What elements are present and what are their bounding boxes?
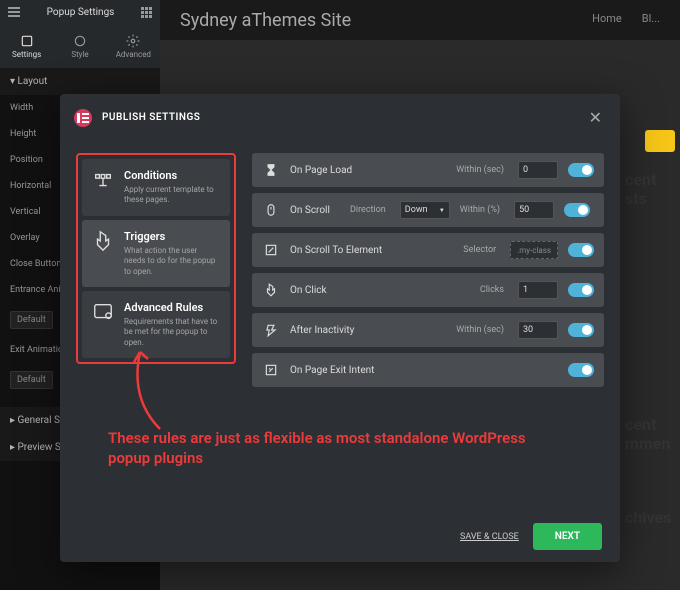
trigger-label: On Page Load <box>290 165 446 176</box>
panel-topbar: Popup Settings <box>0 0 160 24</box>
card-desc: What action the user needs to do for the… <box>124 246 220 277</box>
trigger-label: On Click <box>290 285 470 296</box>
widget-recent-comments: cent mmen <box>625 415 675 459</box>
nav-blog[interactable]: Bl... <box>642 12 660 25</box>
background-button <box>645 130 675 152</box>
trigger-scroll-element: On Scroll To Element Selector .my-class <box>252 233 604 267</box>
nav-home[interactable]: Home <box>592 12 622 25</box>
panel-title: Popup Settings <box>47 7 115 18</box>
section-layout[interactable]: ▾ Layout <box>0 68 160 95</box>
scroll-icon <box>262 201 280 219</box>
card-advanced-rules[interactable]: Advanced Rules Requirements that have to… <box>82 291 230 358</box>
scroll-direction-select[interactable]: Down <box>400 201 450 219</box>
gear-icon <box>126 34 140 48</box>
param-label: Selector <box>463 245 496 255</box>
inactivity-icon <box>262 321 280 339</box>
inactivity-seconds-input[interactable] <box>518 321 558 339</box>
triggers-icon <box>92 230 114 252</box>
hourglass-icon <box>262 161 280 179</box>
trigger-page-load: On Page Load Within (sec) <box>252 153 604 187</box>
save-close-link[interactable]: SAVE & CLOSE <box>460 532 519 542</box>
card-desc: Requirements that have to be met for the… <box>124 317 220 348</box>
hamburger-icon[interactable] <box>8 7 20 17</box>
clicks-input[interactable] <box>518 281 558 299</box>
trigger-label: After Inactivity <box>290 325 446 336</box>
tab-settings[interactable]: Settings <box>0 24 53 68</box>
modal-title: PUBLISH SETTINGS <box>102 112 585 123</box>
scroll-element-icon <box>262 241 280 259</box>
param-label: Within (sec) <box>456 325 504 335</box>
param-label: Clicks <box>480 285 504 295</box>
site-nav: Home Bl... <box>592 12 660 25</box>
trigger-label: On Page Exit Intent <box>290 365 558 376</box>
exit-intent-icon <box>262 361 280 379</box>
tab-advanced[interactable]: Advanced <box>107 24 160 68</box>
widget-archives: chives <box>625 508 675 533</box>
page-load-toggle[interactable] <box>568 163 594 177</box>
tab-style[interactable]: Style <box>53 24 106 68</box>
scroll-toggle[interactable] <box>564 203 590 217</box>
trigger-exit-intent: On Page Exit Intent <box>252 353 604 387</box>
widget-recent-posts: cent sts <box>625 170 675 214</box>
publish-settings-modal: PUBLISH SETTINGS ✕ Conditions Apply curr… <box>60 94 620 562</box>
scroll-percent-input[interactable] <box>514 201 554 219</box>
close-icon[interactable]: ✕ <box>585 104 606 131</box>
card-title: Triggers <box>124 230 220 243</box>
card-title: Advanced Rules <box>124 301 220 314</box>
panel-tabs: Settings Style Advanced <box>0 24 160 68</box>
trigger-label: On Scroll <box>290 205 340 216</box>
inactivity-toggle[interactable] <box>568 323 594 337</box>
card-desc: Apply current template to these pages. <box>124 185 220 206</box>
site-title: Sydney aThemes Site <box>180 10 351 31</box>
card-title: Conditions <box>124 169 220 182</box>
annotation-box: Conditions Apply current template to the… <box>76 153 236 364</box>
modal-footer: SAVE & CLOSE NEXT <box>60 511 620 562</box>
trigger-inactivity: After Inactivity Within (sec) <box>252 313 604 347</box>
elementor-logo-icon <box>74 109 92 127</box>
exit-intent-toggle[interactable] <box>568 363 594 377</box>
style-icon <box>73 34 87 48</box>
click-icon <box>262 281 280 299</box>
selector-input[interactable]: .my-class <box>510 241 558 259</box>
card-conditions[interactable]: Conditions Apply current template to the… <box>82 159 230 216</box>
click-toggle[interactable] <box>568 283 594 297</box>
scroll-element-toggle[interactable] <box>568 243 594 257</box>
advanced-rules-icon <box>92 301 114 323</box>
grid-icon[interactable] <box>141 7 152 18</box>
modal-header: PUBLISH SETTINGS ✕ <box>60 94 620 141</box>
param-label: Within (sec) <box>456 165 504 175</box>
settings-icon <box>20 34 34 48</box>
page-load-seconds-input[interactable] <box>518 161 558 179</box>
conditions-icon <box>92 169 114 191</box>
card-triggers[interactable]: Triggers What action the user needs to d… <box>82 220 230 287</box>
next-button[interactable]: NEXT <box>533 523 602 550</box>
trigger-on-click: On Click Clicks <box>252 273 604 307</box>
dir-label: Direction <box>350 205 386 215</box>
trigger-label: On Scroll To Element <box>290 245 453 256</box>
annotation-text: These rules are just as flexible as most… <box>108 428 558 469</box>
param-label: Within (%) <box>460 205 500 215</box>
trigger-on-scroll: On Scroll Direction Down Within (%) <box>252 193 604 227</box>
